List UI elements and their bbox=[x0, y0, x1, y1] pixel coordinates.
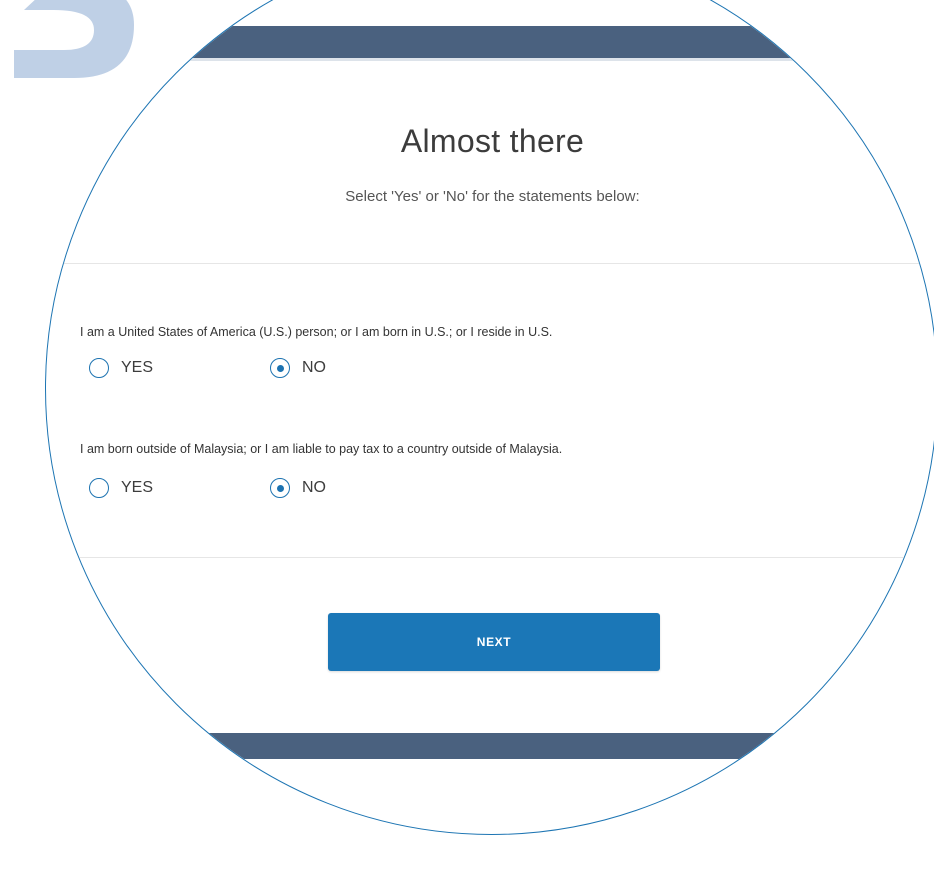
header-divider bbox=[46, 58, 934, 61]
question-foreign-tax: I am born outside of Malaysia; or I am l… bbox=[80, 442, 563, 456]
radio-label: YES bbox=[121, 479, 154, 496]
us-person-yes-radio[interactable]: YES bbox=[89, 358, 153, 378]
radio-unchecked-icon[interactable] bbox=[89, 358, 109, 378]
section-divider bbox=[46, 263, 934, 264]
footer-bar bbox=[46, 733, 934, 759]
foreign-tax-no-radio[interactable]: NO bbox=[270, 478, 326, 498]
form-screen: Almost there Select 'Yes' or 'No' for th… bbox=[46, 0, 934, 834]
us-person-no-radio[interactable]: NO bbox=[270, 358, 326, 378]
radio-checked-icon[interactable] bbox=[270, 358, 290, 378]
radio-unchecked-icon[interactable] bbox=[89, 478, 109, 498]
section-divider bbox=[46, 557, 934, 558]
foreign-tax-yes-radio[interactable]: YES bbox=[89, 478, 153, 498]
radio-label: NO bbox=[302, 479, 326, 496]
radio-label: YES bbox=[121, 359, 154, 376]
radio-checked-icon[interactable] bbox=[270, 478, 290, 498]
header-bar bbox=[46, 26, 934, 58]
page-title: Almost there bbox=[400, 123, 585, 159]
magnified-screen-view: Almost there Select 'Yes' or 'No' for th… bbox=[45, 0, 934, 835]
question-us-person: I am a United States of America (U.S.) p… bbox=[80, 325, 553, 339]
radio-label: NO bbox=[302, 359, 326, 376]
next-button[interactable]: NEXT bbox=[328, 613, 660, 671]
page-subtitle: Select 'Yes' or 'No' for the statements … bbox=[345, 188, 640, 205]
